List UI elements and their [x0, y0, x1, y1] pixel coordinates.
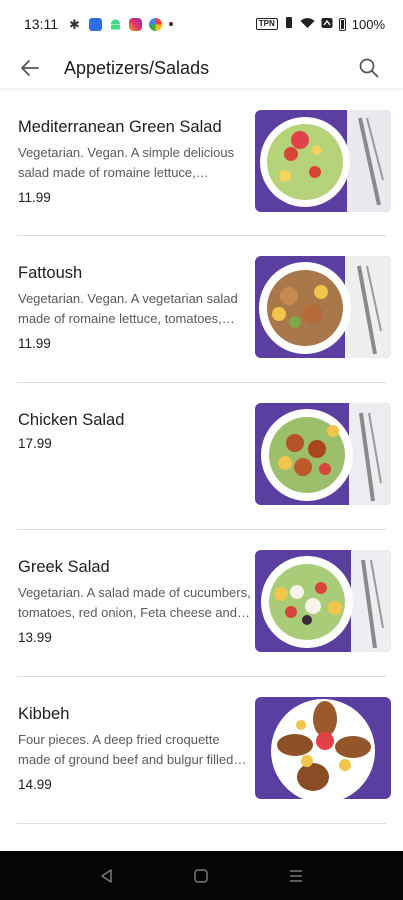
nav-home-button[interactable]	[181, 856, 221, 896]
menu-item-text: Mediterranean Green Salad Vegetarian. Ve…	[18, 118, 254, 205]
menu-lines-icon	[289, 869, 302, 882]
status-left: 13:11 ✱	[24, 16, 173, 32]
menu-item-name: Mediterranean Green Salad	[18, 118, 222, 136]
menu-item-photo	[255, 256, 391, 358]
menu-item-price: 13.99	[18, 630, 52, 645]
menu-item-price: 11.99	[18, 336, 51, 351]
system-navigation-bar	[0, 851, 403, 900]
menu-item-text: Kibbeh Four pieces. A deep fried croquet…	[18, 705, 254, 792]
menu-item-chicken-salad[interactable]: Chicken Salad 17.99	[17, 383, 391, 530]
app-notification-icon	[89, 17, 102, 31]
app-bar: Appetizers/Salads	[0, 48, 403, 88]
status-bar: 13:11 ✱ TPN 100%	[0, 0, 403, 48]
menu-item-text: Fattoush Vegetarian. Vegan. A vegetarian…	[18, 264, 254, 351]
android-icon	[109, 18, 122, 31]
menu-item-text: Greek Salad Vegetarian. A salad made of …	[18, 558, 254, 645]
menu-item-description: Vegetarian. Vegan. A simple delicious sa…	[18, 145, 235, 180]
vibrate-icon	[284, 16, 294, 32]
arrow-left-icon	[21, 60, 39, 76]
menu-item-list: Mediterranean Green Salad Vegetarian. Ve…	[0, 90, 403, 824]
page-title: Appetizers/Salads	[64, 57, 210, 78]
square-home-icon	[194, 868, 209, 883]
menu-item-price: 17.99	[18, 436, 52, 451]
menu-item-price: 11.99	[18, 190, 51, 205]
menu-item-kibbeh[interactable]: Kibbeh Four pieces. A deep fried croquet…	[17, 677, 391, 824]
nav-back-button[interactable]	[87, 856, 127, 896]
menu-item-description: Vegetarian. Vegan. A vegetarian salad ma…	[18, 291, 238, 326]
menu-item-name: Chicken Salad	[18, 411, 125, 429]
network-badge: TPN	[255, 18, 278, 30]
menu-item-name: Kibbeh	[18, 705, 70, 723]
signal-icon	[321, 17, 333, 32]
more-notifications-dot-icon	[169, 22, 173, 26]
menu-item-name: Greek Salad	[18, 558, 110, 576]
status-right: TPN 100%	[255, 16, 385, 32]
menu-item-name: Fattoush	[18, 264, 83, 282]
battery-percent: 100%	[351, 16, 385, 32]
wifi-icon	[300, 17, 315, 32]
menu-item-photo	[255, 697, 391, 799]
menu-item-fattoush[interactable]: Fattoush Vegetarian. Vegan. A vegetarian…	[17, 236, 391, 383]
menu-item-mediterranean-green-salad[interactable]: Mediterranean Green Salad Vegetarian. Ve…	[17, 90, 391, 236]
menu-item-photo	[255, 403, 391, 505]
battery-icon	[338, 17, 346, 31]
nav-recents-button[interactable]	[276, 856, 316, 896]
menu-item-text: Chicken Salad 17.99	[18, 411, 254, 451]
back-button[interactable]	[10, 48, 50, 88]
search-button[interactable]	[353, 52, 385, 84]
menu-item-photo	[255, 110, 391, 212]
menu-item-price: 14.99	[18, 777, 52, 792]
search-icon	[359, 58, 379, 78]
menu-item-description: Four pieces. A deep fried croquette made…	[18, 732, 234, 767]
triangle-back-icon	[101, 868, 112, 883]
menu-item-description: Vegetarian. A salad made of cucumbers, t…	[18, 585, 251, 620]
status-time: 13:11	[24, 16, 58, 32]
settings-gear-icon: ✱	[69, 16, 80, 32]
menu-item-greek-salad[interactable]: Greek Salad Vegetarian. A salad made of …	[17, 530, 391, 677]
photos-icon	[149, 17, 162, 31]
menu-item-photo	[255, 550, 391, 652]
instagram-icon	[129, 17, 142, 31]
